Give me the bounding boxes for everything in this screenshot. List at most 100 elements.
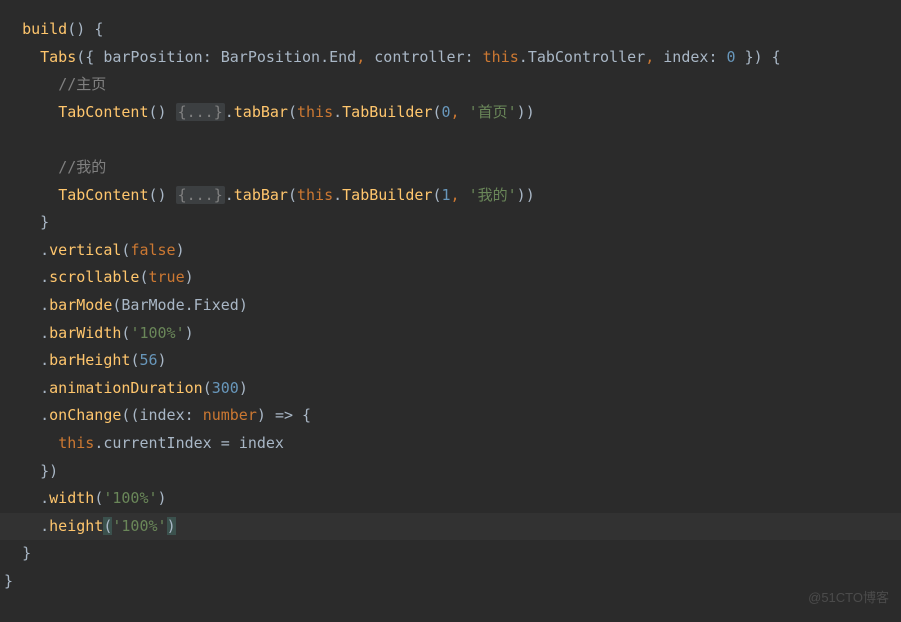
token-call: TabBuilder bbox=[342, 186, 432, 204]
token-keyword: this bbox=[483, 48, 519, 66]
token-paren: ( bbox=[76, 48, 85, 66]
token-string: '我的' bbox=[469, 186, 517, 204]
token-paren: ) bbox=[517, 103, 526, 121]
token-dot: . bbox=[40, 268, 49, 286]
token-number: 0 bbox=[442, 103, 451, 121]
token-number: 0 bbox=[727, 48, 736, 66]
token-dot: . bbox=[185, 296, 194, 314]
token-dot: . bbox=[519, 48, 528, 66]
code-line: .barHeight(56) bbox=[0, 347, 901, 375]
token-comma: , bbox=[356, 48, 365, 66]
token-brace: } bbox=[4, 572, 13, 590]
token-paren: ( bbox=[288, 103, 297, 121]
token-brace: { bbox=[85, 48, 94, 66]
token-comma: , bbox=[645, 48, 654, 66]
fold-marker[interactable]: {...} bbox=[176, 186, 225, 204]
token-paren: ( bbox=[432, 103, 441, 121]
code-line: } bbox=[0, 568, 901, 596]
code-line: Tabs({ barPosition: BarPosition.End, con… bbox=[0, 44, 901, 72]
token-paren: ) bbox=[185, 324, 194, 342]
token-dot: . bbox=[94, 434, 103, 452]
token-comment: //主页 bbox=[58, 75, 106, 93]
token-number: 300 bbox=[212, 379, 239, 397]
token-dot: . bbox=[225, 103, 234, 121]
token-paren: ( bbox=[94, 489, 103, 507]
token-comma: , bbox=[451, 103, 460, 121]
token-paren: ) bbox=[239, 296, 248, 314]
token-number: 1 bbox=[442, 186, 451, 204]
token-call: barWidth bbox=[49, 324, 121, 342]
token-dot: . bbox=[40, 296, 49, 314]
token-string: '100%' bbox=[103, 489, 157, 507]
token-paren: ) bbox=[176, 241, 185, 259]
token-ident: controller bbox=[374, 48, 464, 66]
token-brace: } bbox=[22, 544, 31, 562]
token-brace: } bbox=[40, 213, 49, 231]
fold-marker[interactable]: {...} bbox=[176, 103, 225, 121]
token-paren: ) bbox=[239, 379, 248, 397]
code-line: .onChange((index: number) => { bbox=[0, 402, 901, 430]
token-ident: BarPosition bbox=[221, 48, 320, 66]
token-call: TabContent bbox=[58, 103, 148, 121]
token-paren: ) bbox=[158, 103, 167, 121]
token-ident: Fixed bbox=[194, 296, 239, 314]
code-line: .width('100%') bbox=[0, 485, 901, 513]
token-paren: ) bbox=[185, 268, 194, 286]
token-ident: index bbox=[663, 48, 708, 66]
token-keyword: this bbox=[297, 103, 333, 121]
token-number: 56 bbox=[139, 351, 157, 369]
token-ident: index bbox=[139, 406, 184, 424]
token-dot: . bbox=[40, 379, 49, 397]
token-colon: : bbox=[465, 48, 474, 66]
token-colon: : bbox=[203, 48, 212, 66]
token-paren: ) bbox=[526, 186, 535, 204]
token-method: build bbox=[22, 20, 67, 38]
token-call: animationDuration bbox=[49, 379, 203, 397]
token-paren: ) bbox=[158, 351, 167, 369]
code-line: build() { bbox=[0, 16, 901, 44]
token-dot: . bbox=[40, 324, 49, 342]
token-paren: ) bbox=[526, 103, 535, 121]
token-call: onChange bbox=[49, 406, 121, 424]
code-editor[interactable]: build() { Tabs({ barPosition: BarPositio… bbox=[0, 0, 901, 595]
token-brace: { bbox=[94, 20, 103, 38]
code-line: } bbox=[0, 540, 901, 568]
token-call: barHeight bbox=[49, 351, 130, 369]
token-paren: ) bbox=[158, 186, 167, 204]
token-colon: : bbox=[185, 406, 194, 424]
token-paren: ) bbox=[754, 48, 763, 66]
code-line: TabContent() {...}.tabBar(this.TabBuilde… bbox=[0, 182, 901, 210]
token-call: tabBar bbox=[234, 186, 288, 204]
token-paren: ( bbox=[67, 20, 76, 38]
code-line: .barWidth('100%') bbox=[0, 320, 901, 348]
token-ident: index bbox=[239, 434, 284, 452]
watermark-text: @51CTO博客 bbox=[808, 584, 889, 612]
token-brace: { bbox=[302, 406, 311, 424]
token-call: width bbox=[49, 489, 94, 507]
code-line-active: .height('100%') bbox=[0, 513, 901, 541]
token-comma: , bbox=[451, 186, 460, 204]
token-brace: { bbox=[772, 48, 781, 66]
token-dot: . bbox=[40, 351, 49, 369]
token-paren: ) bbox=[76, 20, 85, 38]
code-line: TabContent() {...}.tabBar(this.TabBuilde… bbox=[0, 99, 901, 127]
code-line: .vertical(false) bbox=[0, 237, 901, 265]
token-dot: . bbox=[225, 186, 234, 204]
code-line: }) bbox=[0, 458, 901, 486]
code-line: //主页 bbox=[0, 71, 901, 99]
token-colon: : bbox=[708, 48, 717, 66]
token-op: = bbox=[221, 434, 230, 452]
code-line: .animationDuration(300) bbox=[0, 375, 901, 403]
token-dot: . bbox=[40, 517, 49, 535]
token-keyword: this bbox=[58, 434, 94, 452]
token-dot: . bbox=[40, 241, 49, 259]
token-call: scrollable bbox=[49, 268, 139, 286]
token-brace: } bbox=[40, 462, 49, 480]
token-call: Tabs bbox=[40, 48, 76, 66]
token-dot: . bbox=[40, 489, 49, 507]
token-keyword: false bbox=[130, 241, 175, 259]
token-paren: ( bbox=[139, 268, 148, 286]
token-paren: ) bbox=[257, 406, 266, 424]
token-keyword: true bbox=[149, 268, 185, 286]
token-call: TabContent bbox=[58, 186, 148, 204]
